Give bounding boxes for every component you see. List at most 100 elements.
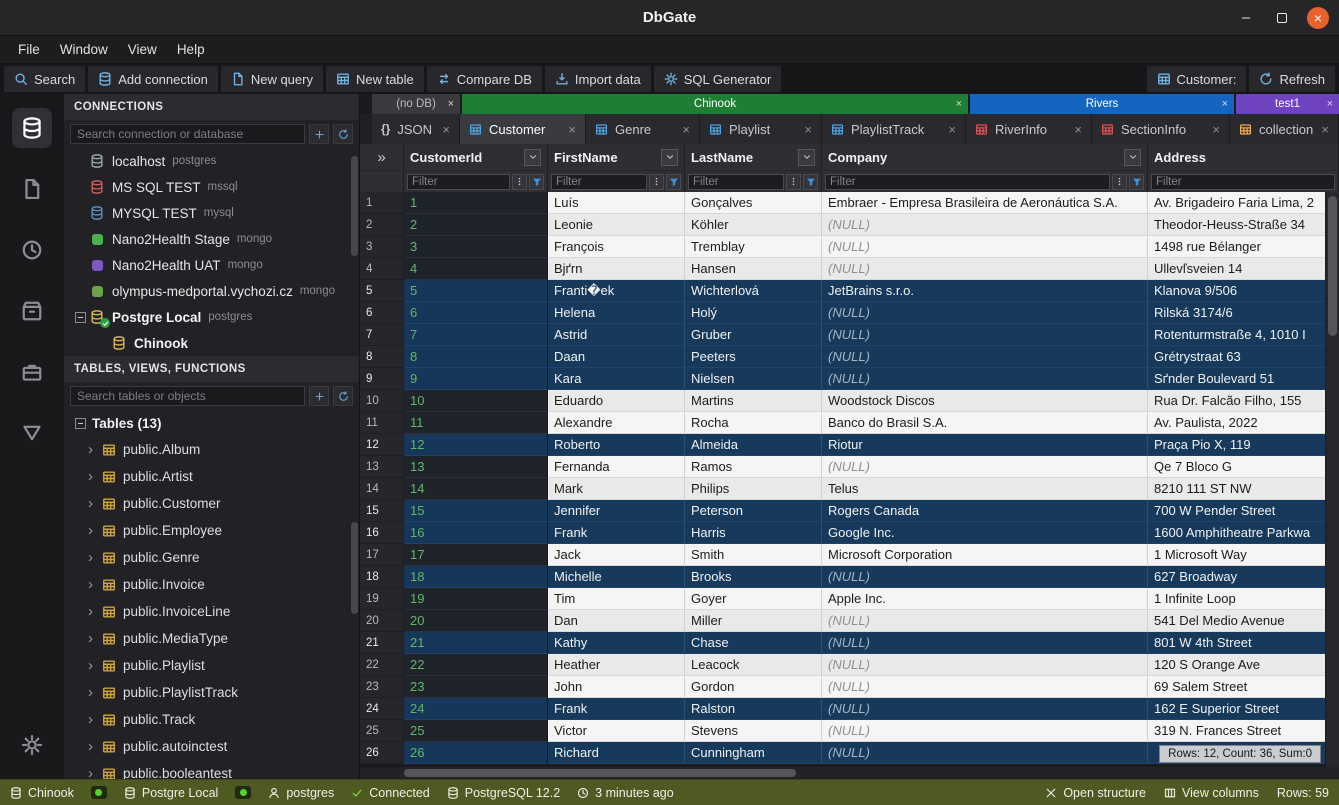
cell-company[interactable]: (NULL) (822, 610, 1148, 632)
close-icon[interactable]: × (1212, 122, 1220, 137)
close-icon[interactable]: × (948, 122, 956, 137)
cell-firstname[interactable]: Mark (548, 478, 685, 500)
table-row[interactable]: 14 14 Mark Philips Telus 8210 111 ST NW (360, 478, 1339, 500)
table-item[interactable]: › public.Artist (64, 463, 359, 490)
cell-address[interactable]: Av. Brigadeiro Faria Lima, 2 (1148, 192, 1339, 214)
cell-address[interactable]: Qe 7 Bloco G (1148, 456, 1339, 478)
table-row[interactable]: 2 2 Leonie Köhler (NULL) Theodor-Heuss-S… (360, 214, 1339, 236)
table-row[interactable]: 5 5 Franti�ek Wichterlová JetBrains s.r.… (360, 280, 1339, 302)
table-item[interactable]: › public.Track (64, 706, 359, 733)
close-icon[interactable]: × (1222, 98, 1228, 110)
cell-lastname[interactable]: Smith (685, 544, 822, 566)
cell-address[interactable]: 627 Broadway (1148, 566, 1339, 588)
table-item[interactable]: › public.autoinctest (64, 733, 359, 760)
new-query-button[interactable]: New query (221, 66, 323, 92)
cell-lastname[interactable]: Peeters (685, 346, 822, 368)
row-number[interactable]: 13 (360, 456, 404, 478)
cell-lastname[interactable]: Martins (685, 390, 822, 412)
connection-item[interactable]: MS SQL TEST mssql (64, 174, 359, 200)
db-group-tab-test1[interactable]: test1× (1236, 94, 1339, 114)
table-item[interactable]: › public.Genre (64, 544, 359, 571)
table-row[interactable]: 3 3 François Tremblay (NULL) 1498 rue Bé… (360, 236, 1339, 258)
new-table-button[interactable]: New table (326, 66, 424, 92)
cell-customerid[interactable]: 19 (404, 588, 548, 610)
table-row[interactable]: 1 1 Luís Gonçalves Embraer - Empresa Bra… (360, 192, 1339, 214)
cell-lastname[interactable]: Holý (685, 302, 822, 324)
cell-customerid[interactable]: 17 (404, 544, 548, 566)
cell-address[interactable]: 120 S Orange Ave (1148, 654, 1339, 676)
chevron-right-icon[interactable]: › (88, 765, 102, 779)
filter-icon[interactable] (12, 413, 52, 453)
table-row[interactable]: 16 16 Frank Harris Google Inc. 1600 Amph… (360, 522, 1339, 544)
files-icon[interactable] (12, 169, 52, 209)
file-tab[interactable]: {} PlaylistTrack × (822, 114, 966, 144)
cell-company[interactable]: (NULL) (822, 676, 1148, 698)
cell-customerid[interactable]: 12 (404, 434, 548, 456)
cell-firstname[interactable]: Bjґrn (548, 258, 685, 280)
cell-customerid[interactable]: 18 (404, 566, 548, 588)
connections-icon[interactable] (12, 108, 52, 148)
table-row[interactable]: 11 11 Alexandre Rocha Banco do Brasil S.… (360, 412, 1339, 434)
cell-firstname[interactable]: Jack (548, 544, 685, 566)
cell-company[interactable]: (NULL) (822, 654, 1148, 676)
cell-company[interactable]: Rogers Canada (822, 500, 1148, 522)
horizontal-scrollbar-thumb[interactable] (404, 769, 796, 777)
cell-lastname[interactable]: Miller (685, 610, 822, 632)
cell-firstname[interactable]: François (548, 236, 685, 258)
cell-company[interactable]: (NULL) (822, 456, 1148, 478)
cell-company[interactable]: (NULL) (822, 236, 1148, 258)
close-icon[interactable]: × (1327, 98, 1333, 110)
close-icon[interactable]: × (682, 122, 690, 137)
vertical-scrollbar[interactable] (1325, 192, 1339, 767)
filter-input-address[interactable] (1151, 174, 1335, 190)
filter-menu-icon[interactable] (786, 174, 801, 190)
minimize-button[interactable]: – (1235, 7, 1257, 29)
cell-company[interactable]: Google Inc. (822, 522, 1148, 544)
file-tab[interactable]: {} JSON × (372, 114, 460, 144)
cell-firstname[interactable]: Franti�ek (548, 280, 685, 302)
close-icon[interactable]: × (1074, 122, 1082, 137)
filter-menu-icon[interactable] (1112, 174, 1127, 190)
table-row[interactable]: 10 10 Eduardo Martins Woodstock Discos R… (360, 390, 1339, 412)
column-menu-button[interactable] (524, 149, 541, 166)
settings-gear-icon[interactable] (12, 725, 52, 765)
cell-lastname[interactable]: Ramos (685, 456, 822, 478)
row-number[interactable]: 5 (360, 280, 404, 302)
cell-lastname[interactable]: Stevens (685, 720, 822, 742)
column-menu-button[interactable] (1124, 149, 1141, 166)
cell-customerid[interactable]: 15 (404, 500, 548, 522)
cell-address[interactable]: Av. Paulista, 2022 (1148, 412, 1339, 434)
chevron-right-icon[interactable]: › (88, 684, 102, 701)
cell-customerid[interactable]: 10 (404, 390, 548, 412)
cell-address[interactable]: Sґnder Boulevard 51 (1148, 368, 1339, 390)
cell-lastname[interactable]: Peterson (685, 500, 822, 522)
cell-firstname[interactable]: Frank (548, 698, 685, 720)
chevron-right-icon[interactable]: › (88, 657, 102, 674)
row-number[interactable]: 3 (360, 236, 404, 258)
cell-customerid[interactable]: 2 (404, 214, 548, 236)
cell-firstname[interactable]: Astrid (548, 324, 685, 346)
connection-item[interactable]: Postgre Local postgres (64, 304, 359, 330)
close-icon[interactable]: × (956, 98, 962, 110)
table-item[interactable]: › public.MediaType (64, 625, 359, 652)
view-columns-button[interactable]: View columns (1164, 786, 1259, 800)
row-number[interactable]: 6 (360, 302, 404, 324)
row-number[interactable]: 17 (360, 544, 404, 566)
cell-customerid[interactable]: 4 (404, 258, 548, 280)
table-row[interactable]: 15 15 Jennifer Peterson Rogers Canada 70… (360, 500, 1339, 522)
cell-company[interactable]: (NULL) (822, 698, 1148, 720)
cell-lastname[interactable]: Gruber (685, 324, 822, 346)
table-item[interactable]: › public.Employee (64, 517, 359, 544)
menu-window[interactable]: Window (50, 38, 118, 61)
column-header-company[interactable]: Company (822, 144, 1148, 170)
refresh-connections-icon[interactable] (333, 124, 353, 144)
file-tab[interactable]: {} Playlist × (700, 114, 822, 144)
table-item[interactable]: › public.Album (64, 436, 359, 463)
filter-input-firstname[interactable] (551, 174, 647, 190)
cell-address[interactable]: 541 Del Medio Avenue (1148, 610, 1339, 632)
row-number[interactable]: 11 (360, 412, 404, 434)
cell-firstname[interactable]: Alexandre (548, 412, 685, 434)
row-number[interactable]: 20 (360, 610, 404, 632)
row-number[interactable]: 4 (360, 258, 404, 280)
search-button[interactable]: Search (4, 66, 85, 92)
